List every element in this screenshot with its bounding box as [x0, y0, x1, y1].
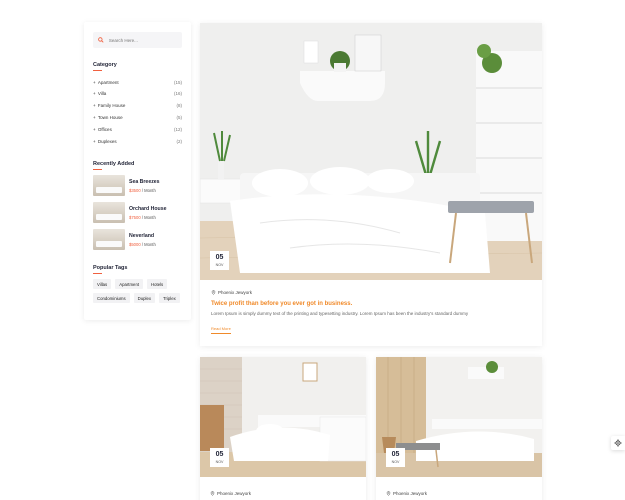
plus-icon: +	[93, 91, 97, 97]
category-label: Apartment	[97, 79, 119, 85]
sidebar: Category + Apartment (15) + Villa (16) +…	[84, 22, 191, 320]
category-item-apartment[interactable]: + Apartment (15)	[93, 76, 182, 88]
post-location: Phoenix Jewyork	[386, 491, 532, 496]
date-month: NOV	[215, 459, 224, 464]
search-input[interactable]	[108, 37, 177, 43]
post-excerpt: Lorem Ipsum is simply dummy text of the …	[211, 311, 469, 316]
price-unit: / Month	[140, 215, 156, 221]
plus-icon: +	[93, 138, 97, 144]
category-count: (12)	[173, 126, 182, 132]
recent-price: $3500 / Month	[129, 188, 160, 193]
recent-title[interactable]: Neverland	[129, 233, 156, 239]
post-image[interactable]: 05 NOV	[200, 23, 542, 280]
plus-icon: +	[93, 79, 97, 85]
post-location: Phoenix Jewyork	[210, 491, 356, 496]
recent-thumbnail[interactable]	[93, 175, 125, 197]
tag-duplex[interactable]: Duplex	[133, 293, 156, 304]
post-title[interactable]: Twice profit than before you ever got in…	[211, 301, 531, 307]
category-item-town-house[interactable]: + Town House (5)	[93, 112, 182, 124]
recent-heading: Recently Added	[93, 160, 135, 167]
post-location: Phoenix Jewyork	[211, 290, 531, 295]
category-label: Duplexes	[97, 138, 117, 144]
post-card: 05 NOV Phoenix Jewyork	[376, 357, 542, 500]
map-pin-icon	[211, 290, 216, 295]
price-unit: / Month	[140, 242, 156, 248]
category-count: (15)	[173, 79, 182, 85]
tag-apartment[interactable]: Apartment	[115, 279, 144, 290]
location-text: Phoenix Jewyork	[218, 290, 253, 295]
map-pin-icon	[386, 491, 391, 496]
recent-thumbnail[interactable]	[93, 229, 125, 251]
recent-title[interactable]: Sea Breezes	[129, 179, 160, 185]
recent-item[interactable]: Orchard House $7500 / Month	[93, 202, 182, 224]
category-heading: Category	[93, 62, 117, 68]
recent-price: $5000 / Month	[129, 242, 156, 247]
date-month: NOV	[391, 459, 400, 464]
tag-condominiums[interactable]: Condominiums	[93, 293, 130, 304]
search-icon[interactable]	[98, 37, 104, 43]
post-image[interactable]: 05 NOV	[200, 357, 366, 477]
category-label: Offices	[97, 126, 112, 132]
heading-underline	[93, 70, 102, 72]
category-item-duplexes[interactable]: + Duplexes (2)	[93, 135, 182, 147]
category-label: Villa	[97, 91, 107, 97]
read-more-link[interactable]: Read More	[211, 326, 231, 334]
recent-list: Sea Breezes $3500 / Month Orchard House …	[93, 175, 182, 251]
gear-icon	[614, 439, 622, 447]
tag-cloud: Villas Apartment Hotels Condominiums Dup…	[93, 279, 182, 304]
recent-item[interactable]: Neverland $5000 / Month	[93, 229, 182, 251]
price-value: $7500	[129, 215, 141, 221]
recent-price: $7500 / Month	[129, 215, 166, 220]
map-pin-icon	[210, 491, 215, 496]
category-item-villa[interactable]: + Villa (16)	[93, 88, 182, 100]
post-date-badge: 05 NOV	[210, 251, 229, 270]
price-value: $3500	[129, 188, 141, 194]
category-list: + Apartment (15) + Villa (16) + Family H…	[93, 76, 182, 147]
category-count: (16)	[173, 91, 182, 97]
featured-post-card: 05 NOV Phoenix Jewyork Twice profit than…	[200, 23, 542, 346]
recent-thumbnail[interactable]	[93, 202, 125, 224]
price-unit: / Month	[140, 188, 156, 194]
post-image[interactable]: 05 NOV	[376, 357, 542, 477]
search-box	[93, 32, 182, 48]
recent-title[interactable]: Orchard House	[129, 206, 166, 212]
bedroom-illustration	[200, 23, 542, 280]
post-card: 05 NOV Phoenix Jewyork	[200, 357, 366, 500]
category-item-offices[interactable]: + Offices (12)	[93, 123, 182, 135]
plus-icon: +	[93, 114, 97, 120]
category-count: (2)	[176, 138, 183, 144]
date-day: 05	[391, 451, 400, 459]
plus-icon: +	[93, 126, 97, 132]
location-text: Phoenix Jewyork	[217, 491, 252, 496]
post-body: Phoenix Jewyork Twice profit than before…	[200, 280, 542, 345]
date-month: NOV	[215, 262, 224, 267]
plus-icon: +	[93, 103, 97, 109]
post-body: Phoenix Jewyork	[200, 477, 366, 500]
category-count: (8)	[176, 103, 183, 109]
post-body: Phoenix Jewyork	[376, 477, 542, 500]
category-item-family-house[interactable]: + Family House (8)	[93, 100, 182, 112]
tags-heading: Popular Tags	[93, 265, 128, 272]
heading-underline	[93, 273, 102, 275]
settings-button[interactable]	[611, 436, 625, 450]
date-day: 05	[215, 254, 224, 262]
post-date-badge: 05 NOV	[386, 448, 405, 467]
category-label: Family House	[97, 103, 126, 109]
heading-underline	[93, 168, 102, 171]
price-value: $5000	[129, 242, 141, 248]
post-date-badge: 05 NOV	[210, 448, 229, 467]
location-text: Phoenix Jewyork	[393, 491, 428, 496]
tag-villas[interactable]: Villas	[93, 279, 112, 290]
category-count: (5)	[176, 114, 183, 120]
recent-item[interactable]: Sea Breezes $3500 / Month	[93, 175, 182, 197]
date-day: 05	[215, 451, 224, 459]
tag-triplex[interactable]: Triplex	[159, 293, 180, 304]
category-label: Town House	[97, 114, 123, 120]
tag-hotels[interactable]: Hotels	[147, 279, 168, 290]
